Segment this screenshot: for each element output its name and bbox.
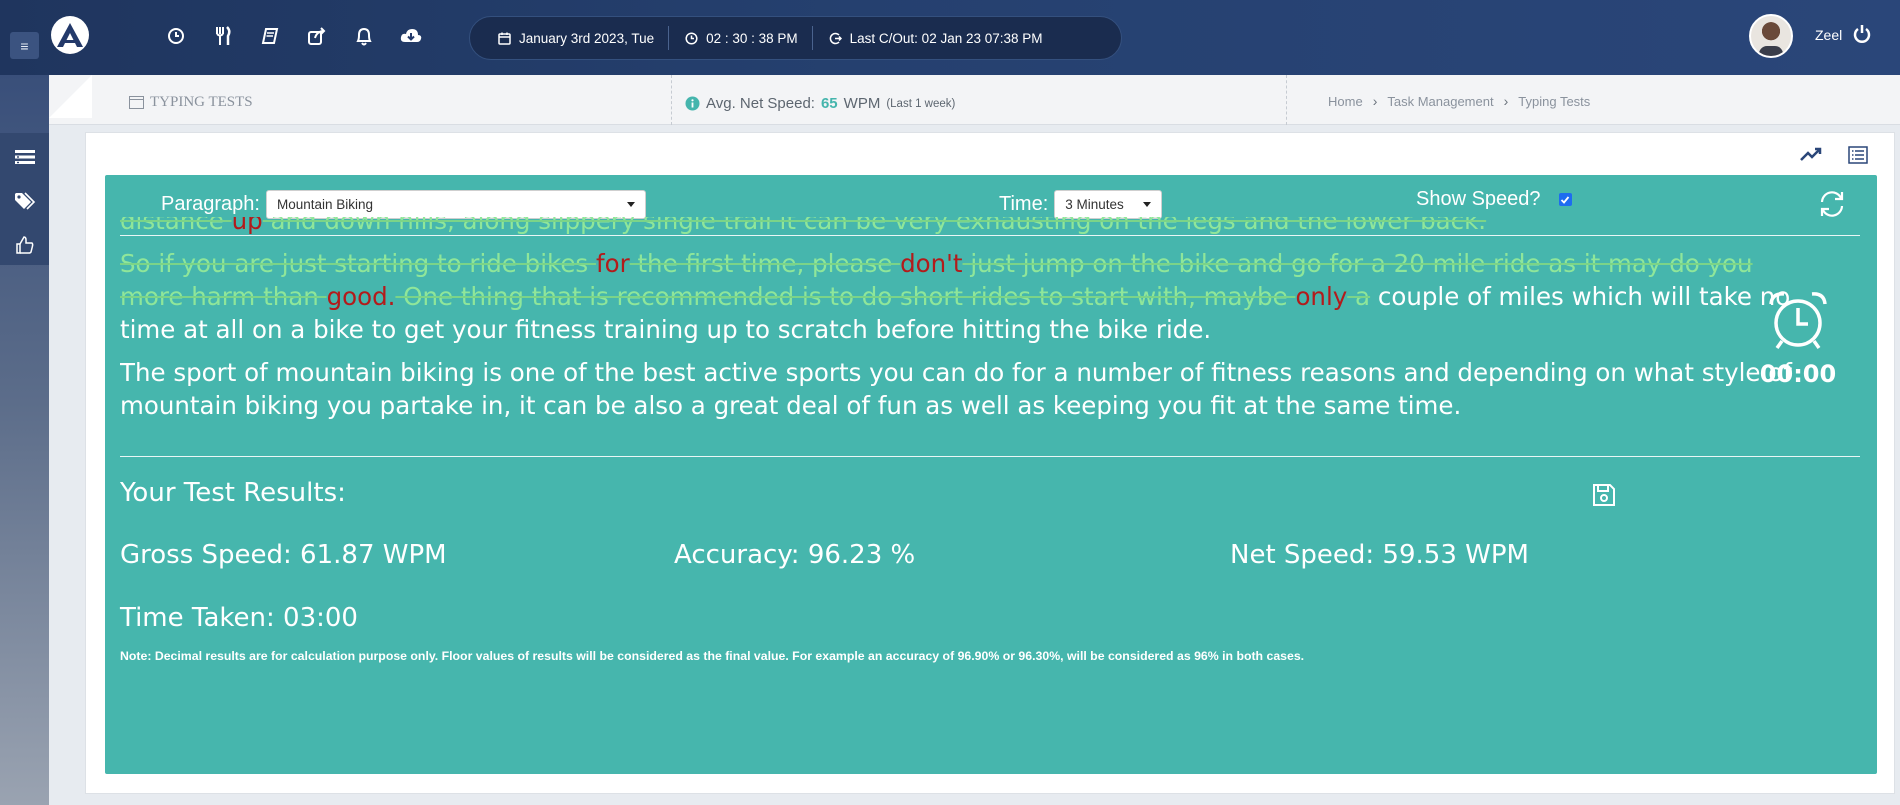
show-speed-label: Show Speed?	[1416, 188, 1541, 210]
timer-value: 00:00	[1759, 360, 1837, 388]
time-segment: 02 : 30 : 38 PM	[685, 31, 812, 46]
time-control: Time: 3 Minutes	[999, 190, 1163, 219]
paragraph-control: Paragraph: Mountain Biking	[161, 190, 646, 219]
divider	[811, 26, 813, 50]
cloud-download-icon[interactable]	[387, 24, 434, 48]
book-icon[interactable]	[246, 24, 293, 48]
avg-speed-label: Avg. Net Speed:	[706, 95, 815, 112]
rail-menu	[0, 133, 49, 265]
info-icon	[685, 96, 700, 111]
list-view-icon[interactable]	[1848, 146, 1868, 169]
typed-correct-text: and down hills, along slippery single tr…	[262, 217, 1487, 235]
avg-speed-value: 65	[820, 95, 838, 112]
typed-correct-text: the first time, please	[629, 249, 901, 278]
hamburger-icon[interactable]: ≡	[10, 32, 39, 59]
card-toolbar	[1800, 146, 1868, 169]
time-taken: Time Taken: 03:00	[120, 603, 358, 633]
divider	[120, 456, 1860, 457]
paragraph-select[interactable]: Mountain Biking	[265, 190, 646, 219]
share-icon[interactable]	[293, 24, 340, 48]
save-icon[interactable]	[1592, 483, 1616, 507]
current-date: January 3rd 2023, Tue	[519, 30, 655, 46]
avatar[interactable]	[1749, 14, 1793, 58]
show-speed-control: Show Speed?	[1416, 188, 1572, 211]
window-icon	[129, 96, 144, 109]
time-select[interactable]: 3 Minutes	[1054, 190, 1163, 219]
page-title-text: TYPING TESTS	[150, 94, 253, 110]
typing-test-panel: Paragraph: Mountain Biking Time: 3 Minut…	[105, 175, 1877, 774]
typed-error-text: don't	[900, 249, 963, 278]
trend-chart-icon[interactable]	[1800, 146, 1822, 169]
divider	[671, 75, 672, 125]
breadcrumb-home[interactable]: Home	[1328, 94, 1363, 109]
net-speed: Net Speed: 59.53 WPM	[1230, 540, 1529, 570]
tags-icon[interactable]	[13, 189, 37, 213]
session-info-pill: January 3rd 2023, Tue 02 : 30 : 38 PM La…	[469, 16, 1122, 60]
user-name[interactable]: Zeel	[1815, 27, 1842, 43]
alarm-clock-icon	[1769, 292, 1827, 350]
paragraph-label: Paragraph:	[161, 193, 260, 215]
logout-icon	[829, 32, 842, 44]
left-rail	[0, 75, 49, 805]
typed-correct-text: One thing that is recommended is to do s…	[395, 282, 1296, 311]
chevron-right-icon: ›	[1503, 93, 1509, 109]
divider	[668, 26, 670, 50]
pending-text: The sport of mountain biking is one of t…	[120, 358, 1792, 420]
top-bar: ≡ January 3rd 2023, Tue 02: 30: 38 PM …	[0, 0, 1900, 75]
power-icon[interactable]	[1852, 24, 1874, 46]
time-select-value: 3 Minutes	[1065, 197, 1124, 212]
caret-down-icon	[626, 202, 635, 207]
typed-error-text: for	[595, 249, 630, 278]
paragraph-select-value: Mountain Biking	[276, 197, 374, 212]
typed-correct-text: a	[1347, 282, 1371, 311]
avg-speed-period: (Last 1 week)	[886, 97, 956, 110]
gross-speed: Gross Speed: 61.87 WPM	[120, 540, 447, 570]
current-time: 02 : 30 : 38 PM	[706, 30, 798, 46]
breadcrumb-task-management[interactable]: Task Management	[1387, 94, 1493, 109]
time-label: Time:	[999, 193, 1049, 215]
top-icon-bar	[152, 24, 434, 48]
chevron-right-icon: ›	[1372, 93, 1378, 109]
page-title: TYPING TESTS	[129, 94, 253, 111]
typed-correct-text: So if you are just starting to ride bike…	[120, 249, 596, 278]
last-checkout: Last C/Out: 02 Jan 23 07:38 PM	[849, 30, 1043, 46]
avg-net-speed: Avg. Net Speed: 65 WPM (Last 1 week)	[685, 95, 955, 112]
checkout-segment: Last C/Out: 02 Jan 23 07:38 PM	[829, 31, 1057, 46]
typed-error-text: good.	[326, 282, 396, 311]
page-corner-decoration	[49, 75, 92, 118]
accuracy: Accuracy: 96.23 %	[674, 540, 916, 570]
countdown-timer: 00:00	[1743, 290, 1853, 388]
clock-icon[interactable]	[152, 24, 199, 48]
typing-passage: distance up and down hills, along slippe…	[120, 217, 1820, 432]
passage-paragraph-3: The sport of mountain biking is one of t…	[120, 356, 1820, 422]
divider	[1286, 75, 1287, 125]
list-icon[interactable]	[13, 145, 37, 169]
breadcrumb: Home › Task Management › Typing Tests	[1328, 93, 1590, 109]
passage-paragraph-1: distance up and down hills, along slippe…	[120, 217, 1820, 237]
typed-correct-text: distance	[120, 217, 232, 235]
show-speed-checkbox[interactable]	[1558, 193, 1572, 206]
breadcrumb-typing-tests[interactable]: Typing Tests	[1518, 94, 1590, 109]
app-logo[interactable]	[51, 16, 89, 54]
breadcrumb-bar: TYPING TESTS Avg. Net Speed: 65 WPM (Las…	[49, 75, 1900, 125]
passage-paragraph-2: So if you are just starting to ride bike…	[120, 247, 1820, 346]
results-title: Your Test Results:	[120, 478, 346, 508]
utensils-icon[interactable]	[199, 24, 246, 48]
results-note: Note: Decimal results are for calculatio…	[120, 649, 1305, 663]
caret-down-icon	[1143, 202, 1152, 207]
date-segment: January 3rd 2023, Tue	[498, 31, 668, 46]
bell-icon[interactable]	[340, 24, 387, 48]
typed-error-text: only	[1295, 282, 1348, 311]
calendar-icon	[498, 32, 511, 45]
avg-speed-unit: WPM	[843, 95, 881, 112]
thumbs-up-icon[interactable]	[13, 233, 37, 257]
typed-error-text: up	[231, 217, 263, 235]
refresh-icon[interactable]	[1816, 188, 1850, 222]
clock-icon	[685, 31, 698, 45]
